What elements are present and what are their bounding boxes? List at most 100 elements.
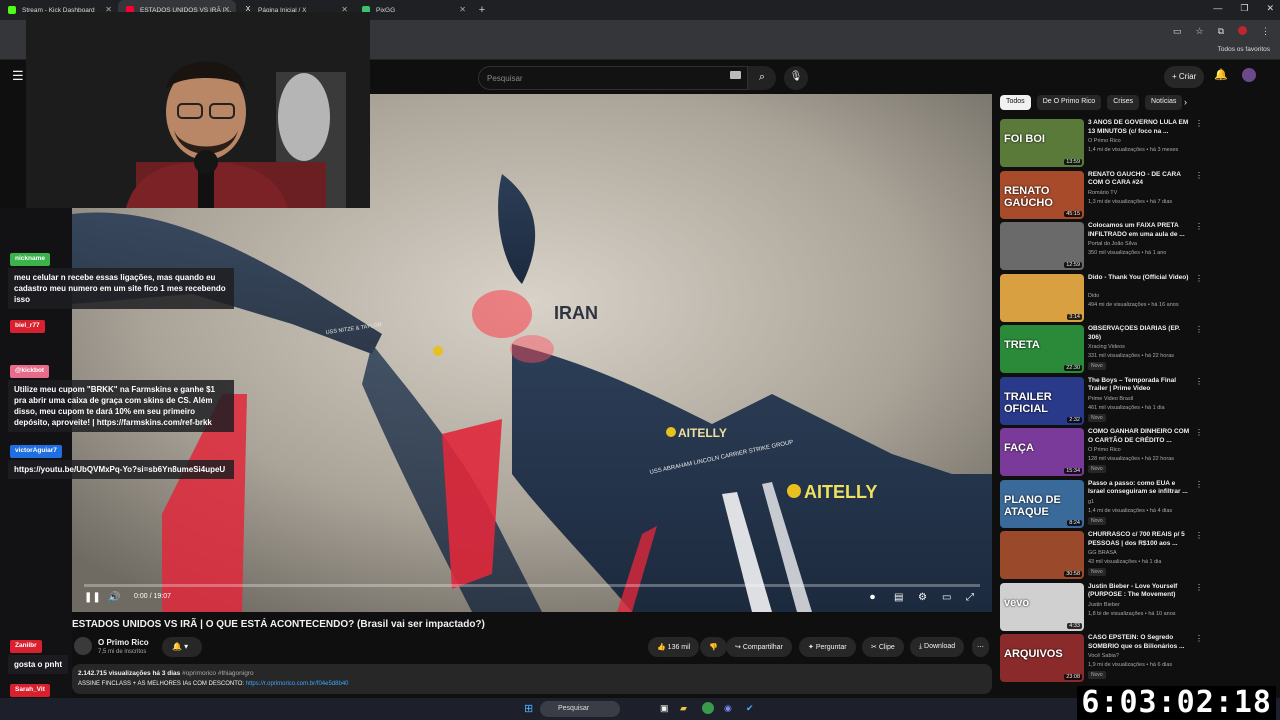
profile-icon[interactable]: [1238, 26, 1247, 35]
video-thumbnail[interactable]: RENATO GAÚCHO 45:15: [1000, 170, 1084, 219]
like-button[interactable]: 👍 136 mil: [648, 637, 700, 657]
recommendation-item[interactable]: TRAILER OFICIAL 2:32 The Boys – Temporada …: [1000, 376, 1203, 425]
recommendation-item[interactable]: RENATO GAÚCHO 45:15 RENATO GAÚCHO - DE CAR…: [1000, 170, 1203, 219]
recommendation-title[interactable]: RENATO GAÚCHO - DE CARA COM O CARA #24: [1088, 171, 1192, 188]
extensions-icon[interactable]: ⧉: [1218, 26, 1224, 37]
more-options-icon[interactable]: ⋮: [1195, 480, 1203, 489]
description-link[interactable]: https://r.oprimorico.com.br/f04e5d8b40: [246, 681, 349, 687]
close-icon[interactable]: ✕: [459, 5, 466, 14]
minimize-icon[interactable]: —: [1213, 3, 1222, 14]
chip-news[interactable]: Notícias: [1145, 95, 1183, 110]
recommendation-title[interactable]: Dido - Thank You (Official Video): [1088, 274, 1192, 283]
more-options-icon[interactable]: ⋮: [1195, 119, 1203, 128]
star-icon[interactable]: ☆: [1195, 26, 1203, 37]
chip-crises[interactable]: Crises: [1107, 95, 1140, 110]
recommendation-channel[interactable]: Romário TV: [1088, 190, 1117, 196]
recommendation-title[interactable]: 3 ANOS DE GOVERNO LULA EM 13 MINUTOS (c/…: [1088, 119, 1192, 136]
recommendation-title[interactable]: CASO EPSTEIN: O Segredo SOMBRIO que os B…: [1088, 634, 1192, 651]
video-thumbnail[interactable]: TRAILER OFICIAL 2:32: [1000, 376, 1084, 425]
user-avatar[interactable]: [1242, 68, 1256, 82]
chevron-right-icon[interactable]: ›: [1184, 97, 1187, 107]
channel-name[interactable]: O Primo Rico: [98, 638, 149, 647]
video-thumbnail[interactable]: 3:14: [1000, 273, 1084, 322]
new-tab-button[interactable]: +: [472, 4, 492, 16]
create-button[interactable]: + Criar: [1164, 66, 1204, 88]
video-thumbnail[interactable]: 12:59: [1000, 222, 1084, 270]
settings-gear-icon[interactable]: ⚙: [918, 592, 927, 603]
video-thumbnail[interactable]: 30:58: [1000, 531, 1084, 579]
recommendation-title[interactable]: OBSERVAÇÕES DIÁRIAS (EP. 306): [1088, 325, 1192, 342]
recommendation-channel[interactable]: O Primo Rico: [1088, 138, 1121, 144]
recommendation-channel[interactable]: GG BRASA: [1088, 550, 1117, 556]
recommendation-channel[interactable]: Portal do João Silva: [1088, 241, 1137, 247]
hamburger-menu-icon[interactable]: ☰: [12, 68, 24, 84]
voice-search-button[interactable]: 🎙: [784, 66, 808, 90]
more-options-icon[interactable]: ⋮: [1195, 325, 1203, 334]
windows-start-icon[interactable]: ⊞: [524, 702, 533, 715]
recommendation-channel[interactable]: Dido: [1088, 293, 1099, 299]
recommendation-item[interactable]: 12:59 Colocamos um FAIXA PRETA INFILTRADO…: [1000, 222, 1203, 270]
recommendation-item[interactable]: vevo 4:33 Justin Bieber - Love Yourself (P…: [1000, 582, 1203, 631]
video-thumbnail[interactable]: PLANO DE ATAQUE 8:24: [1000, 479, 1084, 528]
keyboard-icon[interactable]: [730, 71, 741, 79]
more-options-icon[interactable]: ⋮: [1195, 274, 1203, 283]
video-thumbnail[interactable]: vevo 4:33: [1000, 582, 1084, 631]
recommendation-title[interactable]: CHURRASCO c/ 700 REAIS p/ 5 PESSOAS | do…: [1088, 531, 1192, 548]
description-box[interactable]: 2.142.715 visualizações há 3 dias #oprim…: [72, 664, 992, 694]
recommendation-item[interactable]: TRETA 22:30 OBSERVAÇÕES DIÁRIAS (EP. 306) X…: [1000, 325, 1203, 373]
video-thumbnail[interactable]: FOI BOI 13:59: [1000, 119, 1084, 167]
more-options-icon[interactable]: ⋮: [1195, 428, 1203, 437]
recommendation-channel[interactable]: Você Sabia?: [1088, 653, 1119, 659]
more-options-icon[interactable]: ⋮: [1195, 171, 1203, 180]
recommendation-title[interactable]: Passo a passo: como EUA e Israel consegu…: [1088, 480, 1192, 497]
ask-button[interactable]: ✦ Perguntar: [799, 637, 856, 657]
all-bookmarks-link[interactable]: Todos os favoritos: [1218, 46, 1270, 53]
chip-from-channel[interactable]: De O Primo Rico: [1036, 95, 1102, 110]
recommendation-channel[interactable]: Prime Video Brasil: [1088, 396, 1133, 402]
recommendation-channel[interactable]: O Primo Rico: [1088, 447, 1121, 453]
tab-pixgg[interactable]: PixGG ✕: [354, 0, 472, 20]
recommendation-item[interactable]: FAÇA 15:34 COMO GANHAR DINHEIRO COM O CART…: [1000, 428, 1203, 476]
chip-all[interactable]: Todos: [1000, 95, 1031, 110]
file-explorer-icon[interactable]: ▰: [680, 703, 687, 714]
recommendation-title[interactable]: COMO GANHAR DINHEIRO COM O CARTÃO DE CRÉ…: [1088, 428, 1192, 445]
more-options-icon[interactable]: ⋮: [1195, 222, 1203, 231]
task-view-icon[interactable]: ▣: [660, 703, 669, 714]
pause-icon[interactable]: ❚❚: [84, 592, 101, 603]
cast-icon[interactable]: ▭: [1173, 26, 1182, 37]
recommendation-channel[interactable]: Xracing Videos: [1088, 344, 1125, 350]
clip-button[interactable]: ✂ Clipe: [862, 637, 904, 657]
recommendation-channel[interactable]: Justin Bieber: [1088, 602, 1120, 608]
download-button[interactable]: ⤓ Download: [910, 637, 965, 657]
close-window-icon[interactable]: ✕: [1266, 3, 1274, 14]
recommendation-title[interactable]: Colocamos um FAIXA PRETA INFILTRADO em u…: [1088, 222, 1192, 239]
recommendation-item[interactable]: 30:58 CHURRASCO c/ 700 REAIS p/ 5 PESSOAS…: [1000, 531, 1203, 579]
theater-mode-icon[interactable]: ▭: [942, 592, 951, 603]
recommendation-title[interactable]: Justin Bieber - Love Yourself (PURPOSE :…: [1088, 583, 1192, 600]
chrome-icon[interactable]: [702, 702, 714, 714]
autoplay-toggle-icon[interactable]: ⏺: [870, 592, 875, 603]
notifications-bell-icon[interactable]: 🔔: [1214, 68, 1228, 81]
subtitles-icon[interactable]: ▤: [894, 592, 903, 603]
recommendation-item[interactable]: ARQUIVOS 23:08 CASO EPSTEIN: O Segredo SOM…: [1000, 634, 1203, 682]
recommendation-item[interactable]: FOI BOI 13:59 3 ANOS DE GOVERNO LULA EM 13…: [1000, 119, 1203, 167]
channel-avatar[interactable]: [74, 637, 92, 655]
video-thumbnail[interactable]: ARQUIVOS 23:08: [1000, 634, 1084, 682]
fullscreen-icon[interactable]: ⤢: [966, 592, 974, 603]
recommendation-item[interactable]: 3:14 Dido - Thank You (Official Video) Did…: [1000, 273, 1203, 322]
search-button[interactable]: ⌕: [748, 66, 776, 90]
progress-bar[interactable]: [84, 584, 980, 587]
volume-icon[interactable]: 🔊: [108, 592, 120, 603]
share-button[interactable]: ↪ Compartilhar: [726, 637, 792, 657]
recommendation-title[interactable]: The Boys – Temporada Final Trailer | Pri…: [1088, 377, 1192, 394]
menu-dots-icon[interactable]: ⋮: [1261, 26, 1270, 37]
more-options-icon[interactable]: ⋮: [1195, 377, 1203, 386]
taskbar-search[interactable]: Pesquisar: [540, 701, 620, 717]
more-options-icon[interactable]: ⋮: [1195, 634, 1203, 643]
hashtags[interactable]: #oprimorico #thiagonigro: [182, 670, 254, 677]
recommendation-item[interactable]: PLANO DE ATAQUE 8:24 Passo a passo: como E…: [1000, 479, 1203, 528]
app-icon[interactable]: ✔: [746, 703, 754, 714]
discord-icon[interactable]: ◉: [724, 703, 732, 714]
recommendation-channel[interactable]: g1: [1088, 499, 1094, 505]
maximize-icon[interactable]: ❐: [1240, 3, 1248, 14]
